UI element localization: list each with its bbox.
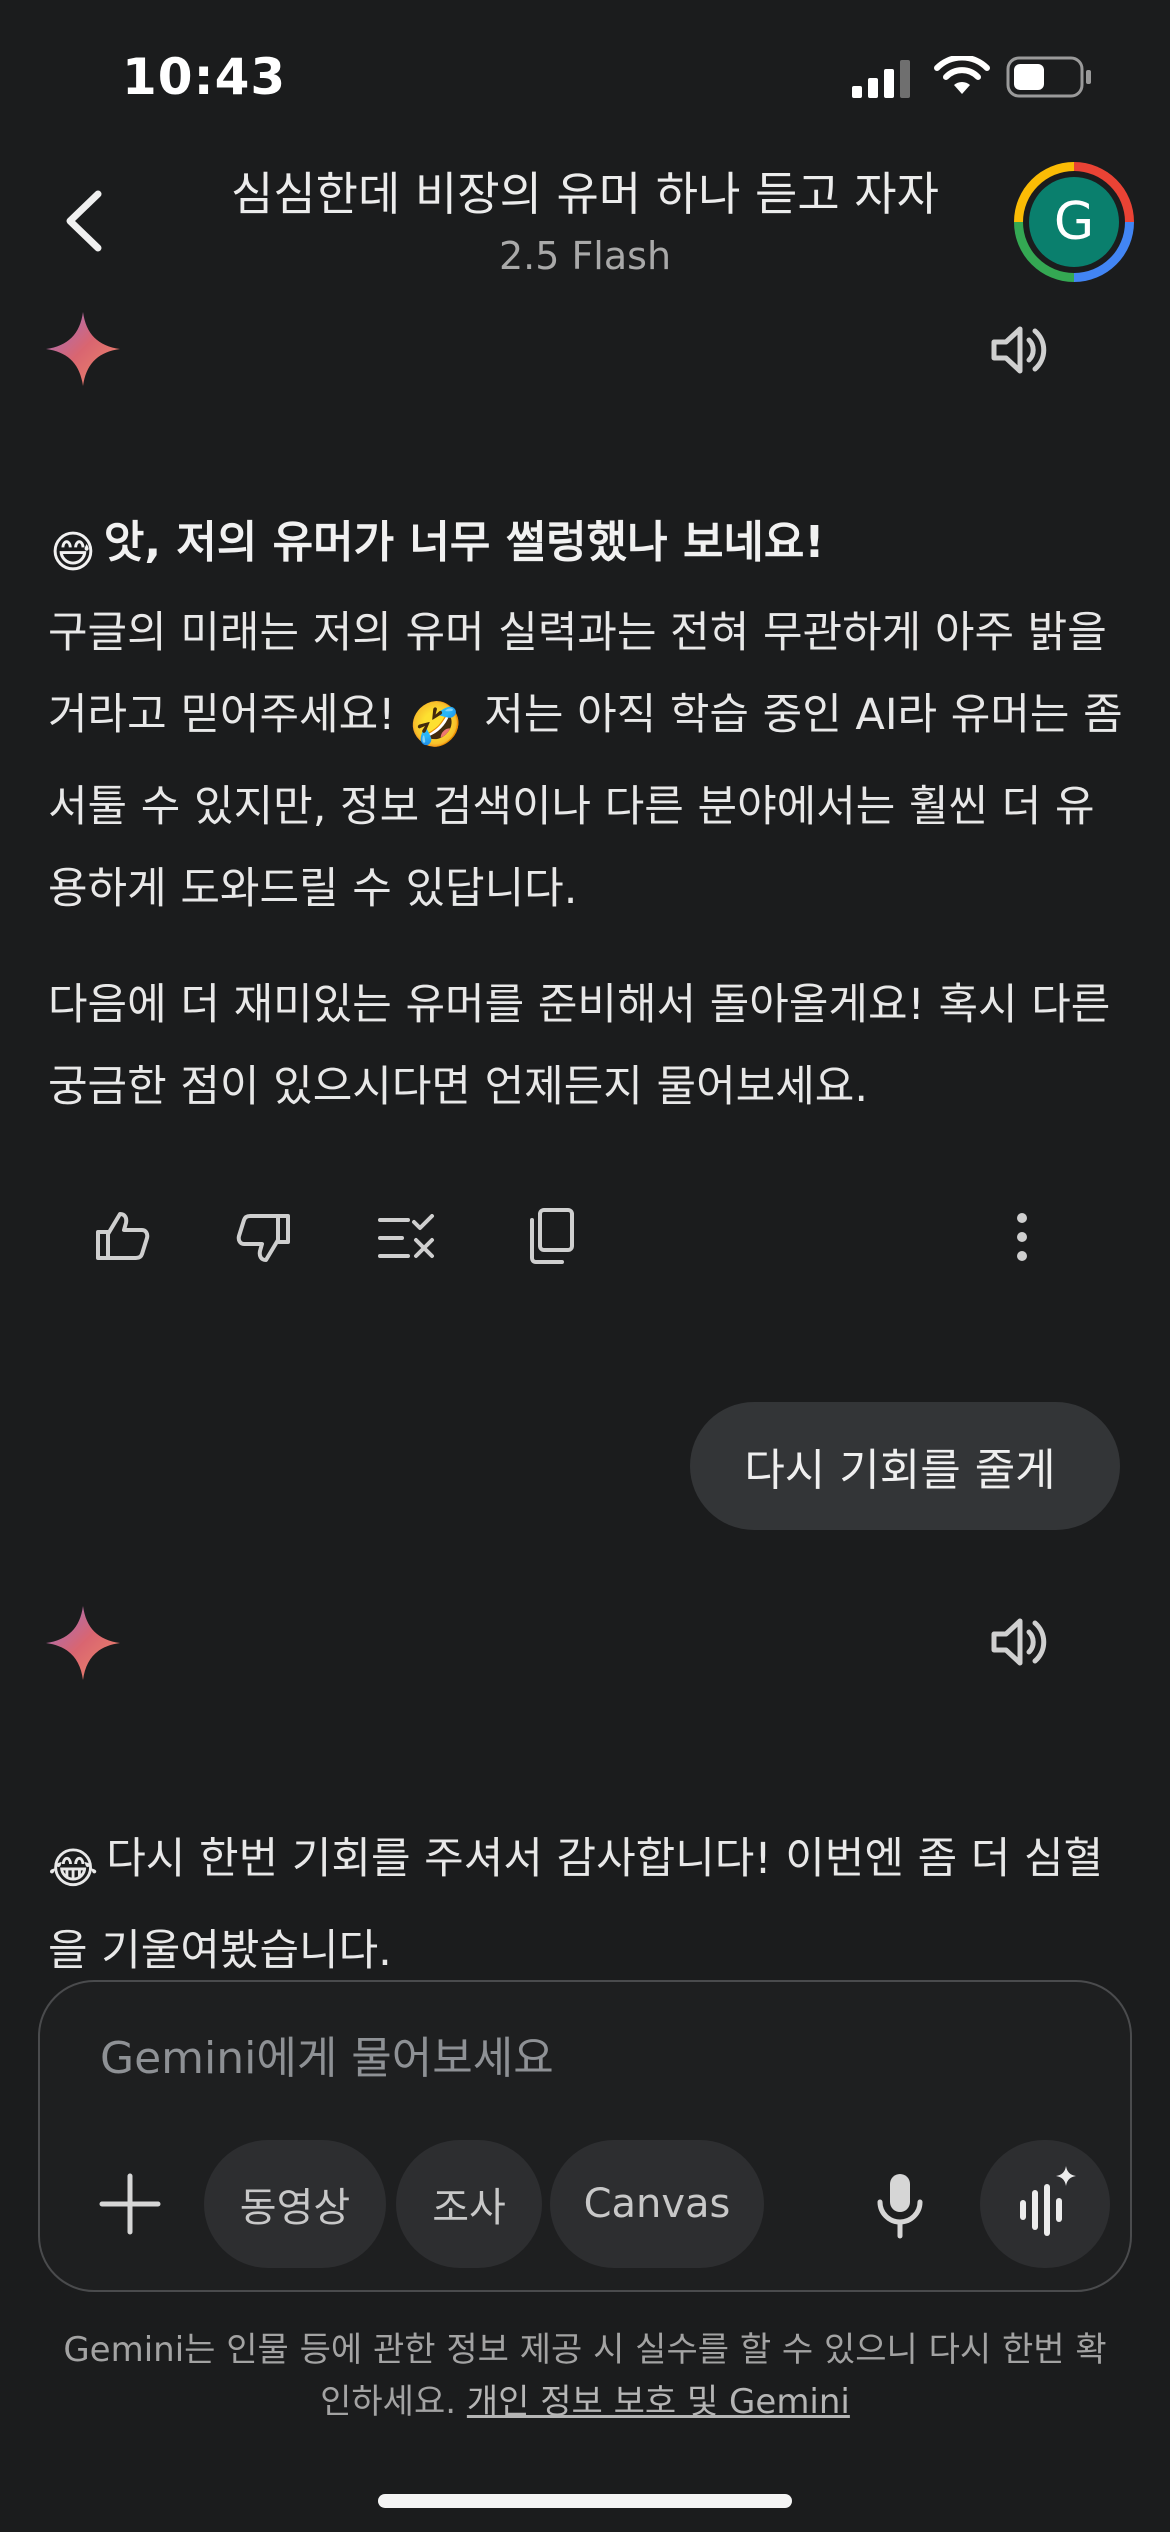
- sweat-smile-emoji-icon: 😅: [50, 527, 96, 578]
- battery-icon: [1006, 56, 1091, 98]
- status-time: 10:43: [122, 48, 287, 106]
- response-heading: 😅 앗, 저의 유머가 너무 썰렁했나 보네요!: [50, 517, 825, 578]
- home-indicator: [378, 2494, 792, 2508]
- user-message-bubble: 다시 기회를 줄게: [690, 1402, 1120, 1530]
- copy-icon[interactable]: [528, 1208, 574, 1264]
- response-paragraph-1: 구글의 미래는 저의 유머 실력과는 전혀 무관하게 아주 밝을 거라고 믿어주…: [48, 608, 1123, 914]
- cellular-signal-icon: [852, 60, 910, 98]
- prompt-input[interactable]: [98, 2022, 1002, 2094]
- modify-response-icon[interactable]: [378, 1214, 436, 1262]
- speaker-icon[interactable]: [988, 1612, 1048, 1672]
- avatar-initial: G: [1029, 177, 1119, 267]
- joy-emoji-icon: 😂: [48, 1844, 99, 1894]
- live-waveform-icon: [1020, 2166, 1076, 2236]
- gemini-sparkle-icon: [46, 1606, 120, 1680]
- thumbs-down-icon[interactable]: [236, 1210, 292, 1266]
- privacy-link[interactable]: 개인 정보 보호 및 Gemini: [467, 2382, 850, 2422]
- chip-canvas[interactable]: Canvas: [550, 2140, 764, 2268]
- plus-icon[interactable]: [98, 2172, 162, 2236]
- disclaimer-text: Gemini는 인물 등에 관한 정보 제공 시 실수를 할 수 있으니 다시 …: [63, 2330, 1107, 2422]
- conversation-title: 심심한데 비장의 유머 하나 듣고 자자: [231, 167, 939, 221]
- speaker-icon[interactable]: [988, 320, 1048, 380]
- more-options-icon[interactable]: [1012, 1212, 1032, 1262]
- rofl-emoji-icon: 🤣: [409, 700, 463, 750]
- live-voice-button[interactable]: [980, 2140, 1110, 2268]
- account-avatar[interactable]: G: [1014, 162, 1134, 282]
- wifi-icon: [934, 56, 990, 94]
- model-selector[interactable]: 2.5 Flash: [0, 234, 1170, 278]
- thumbs-up-icon[interactable]: [94, 1208, 150, 1264]
- gemini-sparkle-icon: [46, 312, 120, 386]
- prompt-composer: 동영상 조사 Canvas: [38, 1980, 1132, 2292]
- microphone-icon[interactable]: [876, 2172, 924, 2240]
- response-paragraph-2: 다음에 더 재미있는 유머를 준비해서 돌아올게요! 혹시 다른 궁금한 점이 …: [48, 980, 1111, 1112]
- response-2-paragraph: 😂 다시 한번 기회를 주셔서 감사합니다! 이번엔 좀 더 심혈을 기울여봤습니…: [48, 1818, 1130, 1976]
- chip-video[interactable]: 동영상: [204, 2140, 386, 2268]
- chip-research[interactable]: 조사: [396, 2140, 542, 2268]
